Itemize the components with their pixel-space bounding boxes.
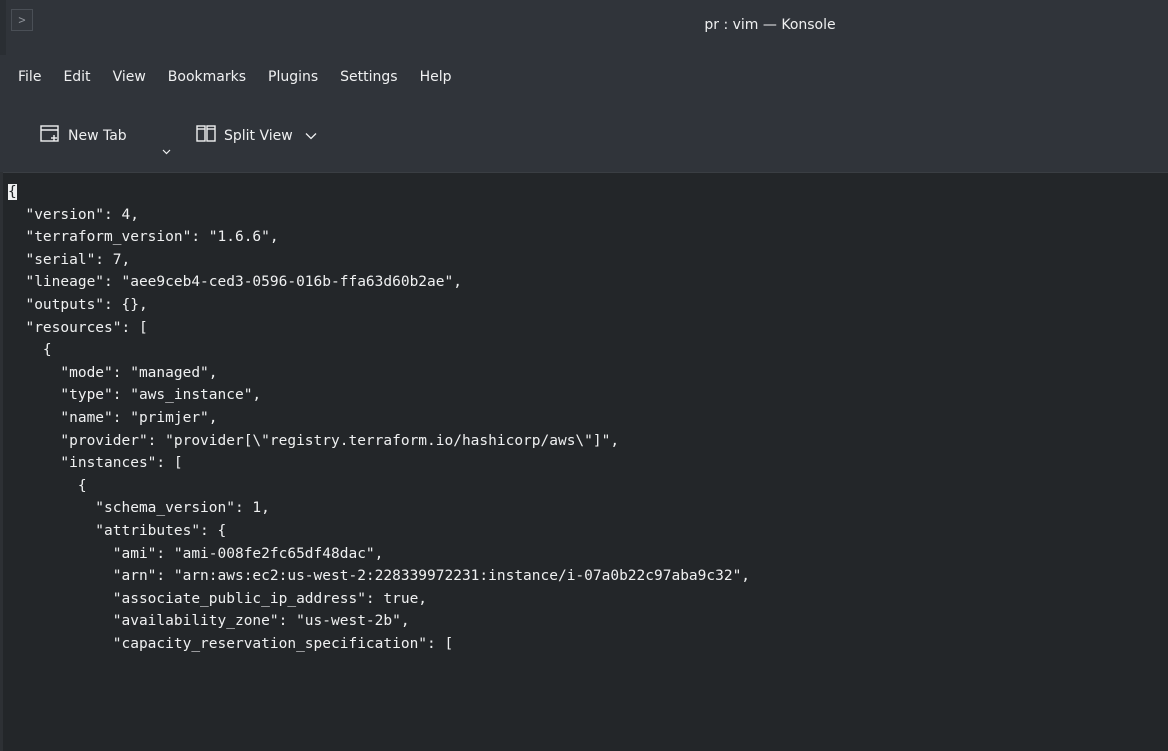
terminal-line: { [8,342,52,359]
new-tab-icon [40,125,60,147]
terminal-line: "availability_zone": "us-west-2b", [8,613,410,630]
terminal-line: "serial": 7, [8,251,131,268]
terminal-line: "ami": "ami-008fe2fc65df48dac", [8,545,384,562]
terminal-line: "resources": [ [8,319,148,336]
title-bar[interactable]: > pr : vim — Konsole [0,0,1168,55]
menu-plugins[interactable]: Plugins [257,55,329,99]
terminal-line: "lineage": "aee9ceb4-ced3-0596-016b-ffa6… [8,274,462,291]
menu-settings[interactable]: Settings [329,55,408,99]
new-tab-menu-arrow-icon[interactable] [162,148,171,158]
chevron-down-icon[interactable] [305,128,317,144]
terminal-line: { [8,477,87,494]
terminal-line: "provider": "provider[\"registry.terrafo… [8,432,620,449]
menu-file[interactable]: File [0,55,52,99]
window-title-container: pr : vim — Konsole [0,0,1168,55]
terminal-line: "capacity_reservation_specification": [ [8,635,454,652]
text-cursor: { [8,184,17,200]
terminal-line: { [8,181,750,204]
terminal-line: "associate_public_ip_address": true, [8,590,428,607]
terminal-line: "outputs": {}, [8,296,148,313]
terminal-line: "attributes": { [8,522,227,539]
window-left-border [0,172,3,751]
window-title: pr : vim — Konsole [704,17,836,33]
menu-edit[interactable]: Edit [52,55,101,99]
terminal-line: "version": 4, [8,206,139,223]
menu-bookmarks[interactable]: Bookmarks [157,55,257,99]
terminal-view[interactable]: { "version": 4, "terraform_version": "1.… [0,172,1168,751]
split-view-label: Split View [224,128,293,144]
terminal-content[interactable]: { "version": 4, "terraform_version": "1.… [8,181,750,655]
terminal-line: "type": "aws_instance", [8,387,262,404]
menu-help[interactable]: Help [409,55,463,99]
terminal-line: "arn": "arn:aws:ec2:us-west-2:2283399722… [8,568,751,585]
menu-view[interactable]: View [102,55,157,99]
toolbar: New Tab Split View [0,99,1168,172]
terminal-line: "mode": "managed", [8,364,218,381]
split-view-icon [196,125,216,147]
new-tab-button[interactable]: New Tab [40,121,127,151]
terminal-line: "instances": [ [8,455,183,472]
split-view-button[interactable]: Split View [196,121,317,151]
new-tab-label: New Tab [68,128,127,144]
konsole-window: > pr : vim — Konsole File Edit View Book… [0,0,1168,751]
terminal-line: "schema_version": 1, [8,500,270,517]
terminal-line: "name": "primjer", [8,409,218,426]
terminal-line: "terraform_version": "1.6.6", [8,229,279,246]
menu-bar: File Edit View Bookmarks Plugins Setting… [0,55,1168,99]
